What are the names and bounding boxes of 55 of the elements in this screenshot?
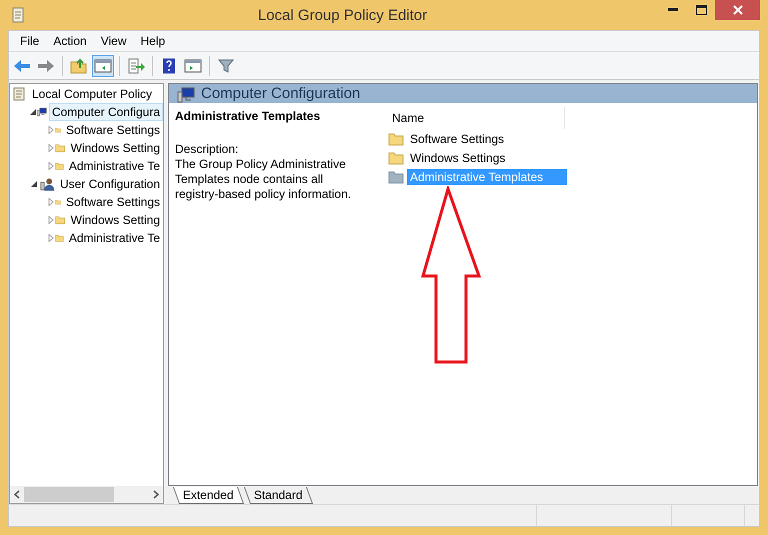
scroll-icon — [11, 86, 27, 102]
tree-item[interactable]: Windows Setting — [68, 139, 163, 157]
menu-item[interactable]: Help — [134, 34, 172, 48]
description-label: Description: — [175, 142, 240, 157]
list-item[interactable]: Windows Settings — [407, 150, 567, 166]
user-icon — [40, 176, 55, 192]
filter-icon — [218, 58, 234, 74]
view-tab[interactable]: Extended — [172, 487, 244, 504]
menu-item[interactable]: Action — [46, 34, 94, 48]
expand-icon[interactable] — [47, 234, 55, 242]
tree-item[interactable]: Administrative Te — [66, 157, 163, 175]
computer-icon — [177, 87, 195, 103]
name-column-header[interactable]: Name — [385, 107, 565, 129]
description-text: The Group Policy Administrative Templates node contains all registry-based policy information. — [175, 157, 352, 202]
folder-icon — [388, 170, 404, 184]
menu-item[interactable]: View — [94, 34, 134, 48]
tree-item[interactable]: Software Settings — [62, 121, 163, 139]
tree-item[interactable]: Software Settings — [62, 193, 163, 211]
tree-item[interactable]: User Configuration — [56, 175, 163, 193]
close-button[interactable] — [715, 0, 760, 20]
pane-icon — [184, 58, 202, 72]
pane-icon — [94, 58, 112, 72]
tree-item[interactable]: Local Computer Policy — [29, 85, 156, 103]
tree-item[interactable]: Administrative Te — [66, 229, 163, 247]
detail-title: Administrative Templates — [175, 109, 322, 123]
expand-icon[interactable] — [47, 198, 55, 206]
horizontal-scrollbar[interactable] — [10, 486, 163, 503]
minimize-icon — [668, 8, 678, 12]
expand-icon[interactable] — [47, 162, 55, 170]
pane-title: Computer Configuration — [201, 85, 360, 103]
help-icon — [162, 58, 176, 74]
window-title: Local Group Policy Editor — [256, 6, 428, 24]
collapse-icon[interactable] — [29, 108, 37, 116]
collapse-icon[interactable] — [30, 180, 38, 188]
menu-item[interactable]: File — [13, 34, 46, 48]
folder-icon — [388, 150, 404, 164]
expand-icon[interactable] — [47, 144, 56, 152]
toolbar-button[interactable] — [92, 54, 114, 76]
maximize-icon — [696, 5, 706, 15]
back-arrow-icon — [13, 58, 31, 72]
scroll-left-icon[interactable] — [14, 490, 20, 499]
view-tab[interactable]: Standard — [244, 487, 313, 504]
folder-up-icon — [70, 58, 88, 74]
expand-icon[interactable] — [47, 126, 55, 134]
folder-icon — [388, 132, 404, 146]
expand-icon[interactable] — [47, 216, 56, 224]
app-icon — [10, 6, 26, 24]
export-list-icon — [127, 58, 145, 74]
tree-item[interactable]: Windows Setting — [68, 211, 163, 229]
forward-arrow-icon — [37, 58, 55, 72]
list-item[interactable]: Software Settings — [407, 130, 567, 146]
scroll-right-icon[interactable] — [153, 490, 159, 499]
scrollbar-thumb[interactable] — [24, 487, 114, 502]
tree-item[interactable]: Computer Configura — [48, 103, 163, 121]
close-icon — [732, 5, 742, 15]
